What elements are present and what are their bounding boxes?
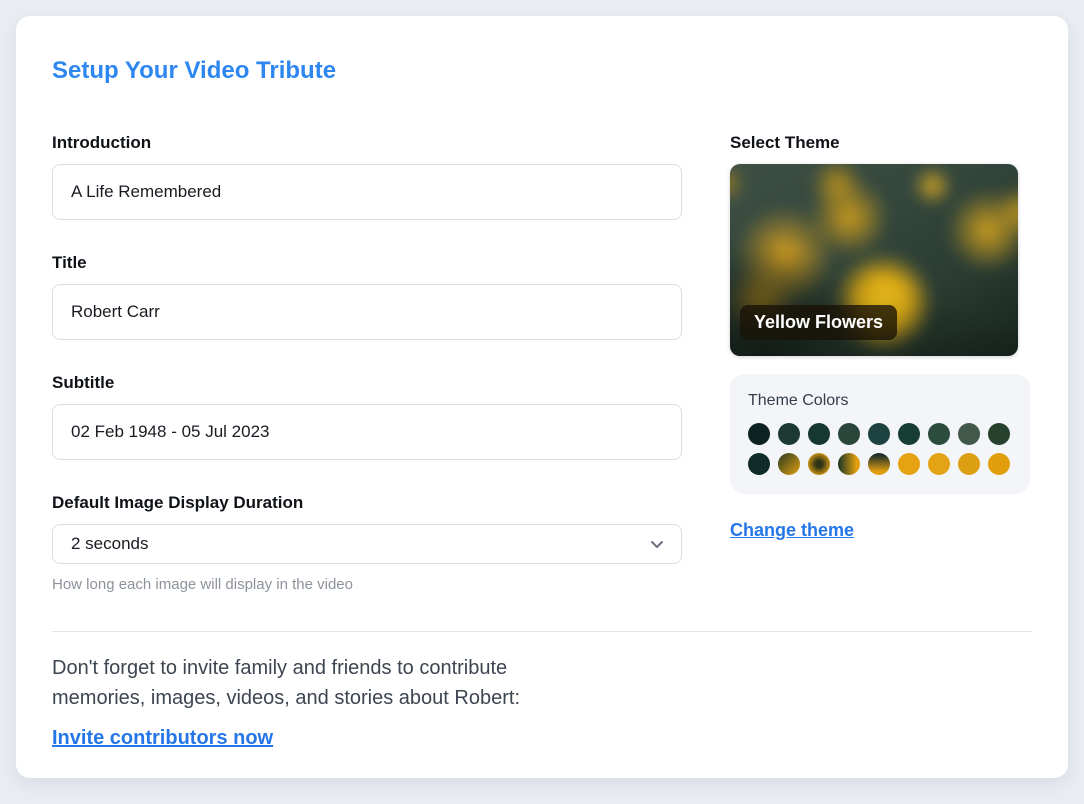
theme-color-swatch (778, 453, 800, 475)
duration-label: Default Image Display Duration (52, 493, 304, 512)
theme-color-swatch (838, 423, 860, 445)
theme-color-swatch (928, 423, 950, 445)
theme-name-badge: Yellow Flowers (740, 305, 898, 340)
theme-color-swatch (748, 423, 770, 445)
select-theme-label: Select Theme (730, 133, 840, 152)
theme-color-swatch (808, 453, 830, 475)
theme-preview-card[interactable]: Yellow Flowers (730, 164, 1018, 356)
duration-select[interactable]: 2 seconds (52, 524, 682, 564)
theme-color-swatch (868, 423, 890, 445)
title-label: Title (52, 253, 87, 272)
theme-colors-row-1 (748, 423, 1012, 445)
invite-contributors-link[interactable]: Invite contributors now (52, 726, 273, 751)
form-column: Introduction Title Subtitle Default Imag… (52, 100, 682, 594)
theme-color-swatch (868, 453, 890, 475)
content: Introduction Title Subtitle Default Imag… (52, 100, 1032, 594)
theme-color-swatch (988, 453, 1010, 475)
theme-colors-panel: Theme Colors (730, 374, 1030, 494)
theme-color-swatch (898, 453, 920, 475)
theme-column: Select Theme Yellow Flowers Theme Colors… (730, 100, 1030, 594)
duration-help-text: How long each image will display in the … (52, 576, 353, 593)
theme-color-swatch (838, 453, 860, 475)
theme-color-swatch (988, 423, 1010, 445)
invite-message-line-1: Don't forget to invite family and friend… (52, 657, 508, 679)
subtitle-input[interactable] (52, 404, 682, 460)
setup-card: Setup Your Video Tribute Introduction Ti… (16, 16, 1068, 778)
introduction-input[interactable] (52, 164, 682, 220)
theme-color-swatch (778, 423, 800, 445)
theme-colors-label: Theme Colors (748, 392, 849, 409)
theme-colors-row-2 (748, 453, 1012, 475)
theme-color-swatch (748, 453, 770, 475)
introduction-label: Introduction (52, 133, 152, 152)
chevron-down-icon (651, 541, 663, 548)
theme-color-swatch (958, 453, 980, 475)
theme-color-swatch (808, 423, 830, 445)
duration-selected-value: 2 seconds (71, 534, 149, 553)
subtitle-label: Subtitle (52, 373, 115, 392)
page-title: Setup Your Video Tribute (52, 57, 337, 84)
change-theme-link[interactable]: Change theme (730, 519, 854, 541)
title-input[interactable] (52, 284, 682, 340)
invite-message: Don't forget to invite family and friend… (52, 653, 1032, 713)
theme-color-swatch (928, 453, 950, 475)
theme-color-swatch (898, 423, 920, 445)
invite-message-line-2: memories, images, videos, and stories ab… (52, 687, 520, 709)
theme-color-swatch (958, 423, 980, 445)
section-divider (52, 631, 1032, 632)
